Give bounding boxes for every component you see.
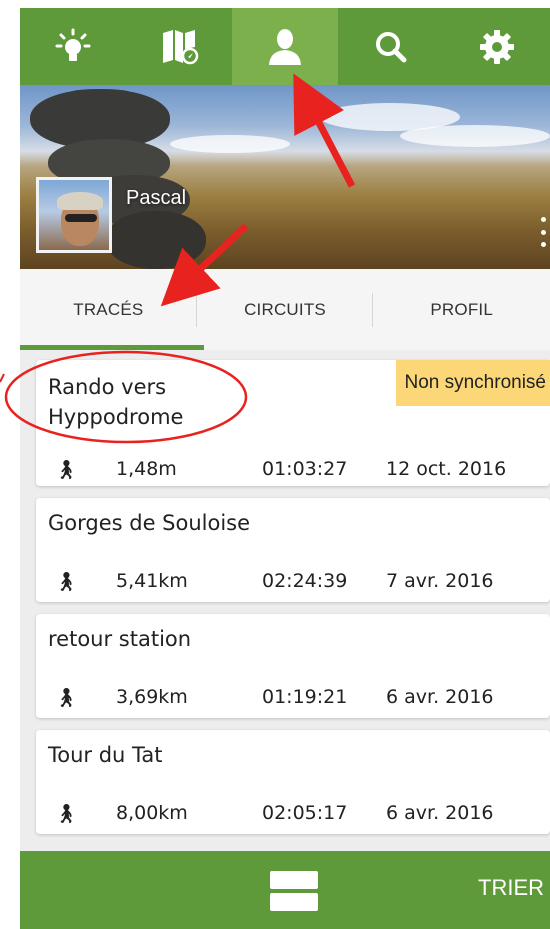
app-screen: Pascal TRACÉS CIRCUITS PROFIL Rando vers… — [20, 8, 550, 929]
bottom-action-bar: TRIER — [20, 851, 550, 929]
track-stats: 🚶︎ 8,00km 02:05:17 6 avr. 2016 — [36, 800, 550, 826]
track-title: Tour du Tat — [48, 743, 163, 767]
track-distance: 3,69km — [116, 686, 188, 708]
tab-profil[interactable]: PROFIL — [373, 269, 550, 350]
track-distance: 1,48m — [116, 458, 177, 480]
nav-tips-button[interactable] — [20, 8, 126, 85]
track-stats: 🚶︎ 1,48m 01:03:27 12 oct. 2016 — [36, 456, 550, 482]
walking-icon: 🚶︎ — [54, 802, 79, 825]
tab-label: CIRCUITS — [244, 299, 326, 319]
track-duration: 01:19:21 — [262, 686, 348, 708]
track-card[interactable]: Rando vers Hyppodrome Non synchronisé 🚶︎… — [36, 360, 550, 486]
track-date: 12 oct. 2016 — [386, 458, 507, 480]
track-title: Rando vers Hyppodrome — [48, 375, 184, 429]
search-icon — [376, 31, 407, 62]
cloud-decoration — [170, 135, 290, 153]
view-toggle-icon[interactable] — [270, 871, 318, 911]
track-stats: 🚶︎ 5,41km 02:24:39 7 avr. 2016 — [36, 568, 550, 594]
cloud-decoration — [400, 125, 550, 147]
annotation-mark — [0, 373, 5, 383]
more-options-icon[interactable] — [540, 217, 546, 247]
profile-cover-image: Pascal — [20, 85, 550, 269]
lightbulb-icon — [55, 28, 91, 61]
nav-map-button[interactable] — [126, 8, 232, 85]
track-stats: 🚶︎ 3,69km 01:19:21 6 avr. 2016 — [36, 684, 550, 710]
sync-status-badge: Non synchronisé — [396, 360, 550, 406]
tab-circuits[interactable]: CIRCUITS — [197, 269, 374, 350]
track-card[interactable]: Gorges de Souloise 🚶︎ 5,41km 02:24:39 7 … — [36, 498, 550, 602]
active-tab-indicator — [20, 345, 204, 350]
track-card[interactable]: Tour du Tat 🚶︎ 8,00km 02:05:17 6 avr. 20… — [36, 730, 550, 834]
avatar[interactable] — [36, 177, 112, 253]
tab-label: TRACÉS — [73, 299, 144, 319]
track-card[interactable]: retour station 🚶︎ 3,69km 01:19:21 6 avr.… — [36, 614, 550, 718]
track-duration: 02:05:17 — [262, 802, 348, 824]
track-distance: 8,00km — [116, 802, 188, 824]
sort-button[interactable]: TRIER — [478, 875, 544, 901]
walking-icon: 🚶︎ — [54, 570, 79, 593]
profile-username: Pascal — [126, 187, 187, 209]
nav-profile-button[interactable] — [232, 8, 338, 85]
rock-cairn-decoration — [106, 211, 206, 269]
track-title: retour station — [48, 627, 192, 651]
track-duration: 01:03:27 — [262, 458, 348, 480]
nav-settings-button[interactable] — [444, 8, 550, 85]
nav-search-button[interactable] — [338, 8, 444, 85]
top-navigation-bar — [20, 8, 550, 85]
map-icon — [163, 29, 199, 64]
track-date: 6 avr. 2016 — [386, 686, 494, 708]
track-title: Gorges de Souloise — [48, 511, 251, 535]
track-distance: 5,41km — [116, 570, 188, 592]
walking-icon: 🚶︎ — [54, 686, 79, 709]
settings-gear-icon — [480, 29, 514, 64]
track-date: 6 avr. 2016 — [386, 802, 494, 824]
profile-icon — [269, 28, 301, 65]
track-date: 7 avr. 2016 — [386, 570, 494, 592]
walking-icon: 🚶︎ — [54, 458, 79, 481]
tab-traces[interactable]: TRACÉS — [20, 269, 197, 350]
track-duration: 02:24:39 — [262, 570, 348, 592]
tab-label: PROFIL — [430, 299, 493, 319]
tracks-list: Rando vers Hyppodrome Non synchronisé 🚶︎… — [36, 360, 550, 846]
tab-bar: TRACÉS CIRCUITS PROFIL — [20, 269, 550, 350]
